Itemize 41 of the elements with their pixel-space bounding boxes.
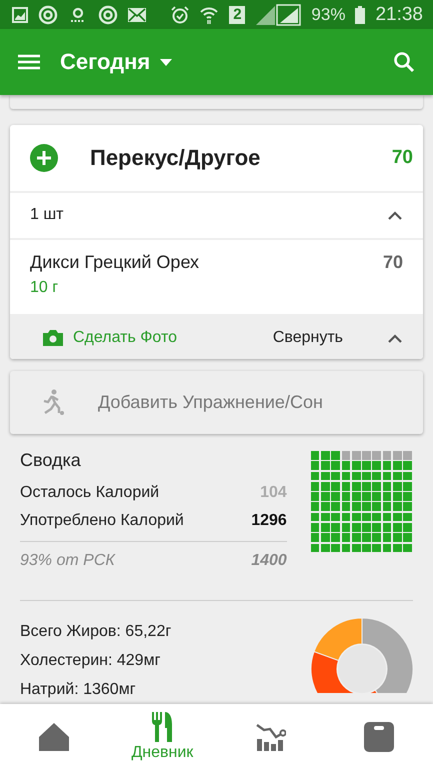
image-icon xyxy=(12,6,28,22)
menu-icon[interactable] xyxy=(18,54,40,70)
home-icon xyxy=(39,723,70,751)
chevron-icon[interactable] xyxy=(387,332,403,343)
summary-label: Употреблено Калорий xyxy=(20,512,184,530)
food-calories: 70 xyxy=(382,252,403,274)
summary-title: Сводка xyxy=(20,450,82,471)
search-icon[interactable] xyxy=(393,51,415,73)
take-photo-button[interactable]: Сделать Фото xyxy=(43,328,263,347)
add-icon[interactable] xyxy=(30,144,58,172)
fork-knife-icon xyxy=(151,712,174,742)
chart-icon xyxy=(256,723,286,751)
nutrient-total: Всего Жиров: 65,22г xyxy=(20,622,172,642)
alarm-icon xyxy=(171,6,190,24)
runner-icon xyxy=(42,389,64,416)
meal-title: Перекус/Другое xyxy=(90,144,262,171)
battery-icon xyxy=(355,6,366,24)
summary-label: Осталось Калорий xyxy=(20,484,160,502)
summary-value: 1296 xyxy=(251,512,287,530)
collapse-button[interactable]: Свернуть xyxy=(272,328,343,347)
clock-time: 21:38 xyxy=(375,4,423,26)
mail-icon xyxy=(128,8,146,22)
sim-badge: 2 xyxy=(229,6,246,24)
add-exercise-button[interactable]: Добавить Упражнение/Сон xyxy=(98,392,323,413)
date-dropdown[interactable]: Сегодня xyxy=(60,49,172,75)
summary-value: 104 xyxy=(260,484,287,502)
meal-calories: 70 xyxy=(392,146,413,169)
rdi-value: 1400 xyxy=(251,552,287,570)
wifi-icon xyxy=(199,4,220,24)
signal-icon xyxy=(255,4,302,26)
food-name[interactable]: Дикси Грецкий Орех xyxy=(30,252,383,273)
rdi-percent: 93% от РСК xyxy=(20,552,115,570)
battery-percent: 93% xyxy=(311,4,346,24)
chevron-icon[interactable] xyxy=(387,210,403,220)
nutrient-total: Натрий: 1360мг xyxy=(20,680,137,700)
dropdown-arrow-icon xyxy=(160,58,172,66)
camera-icon xyxy=(43,330,63,346)
scale-icon xyxy=(364,722,394,752)
food-amount: 10 г xyxy=(30,278,60,297)
nutrient-total: Холестерин: 429мг xyxy=(20,650,162,670)
portion-label: 1 шт xyxy=(30,206,65,224)
